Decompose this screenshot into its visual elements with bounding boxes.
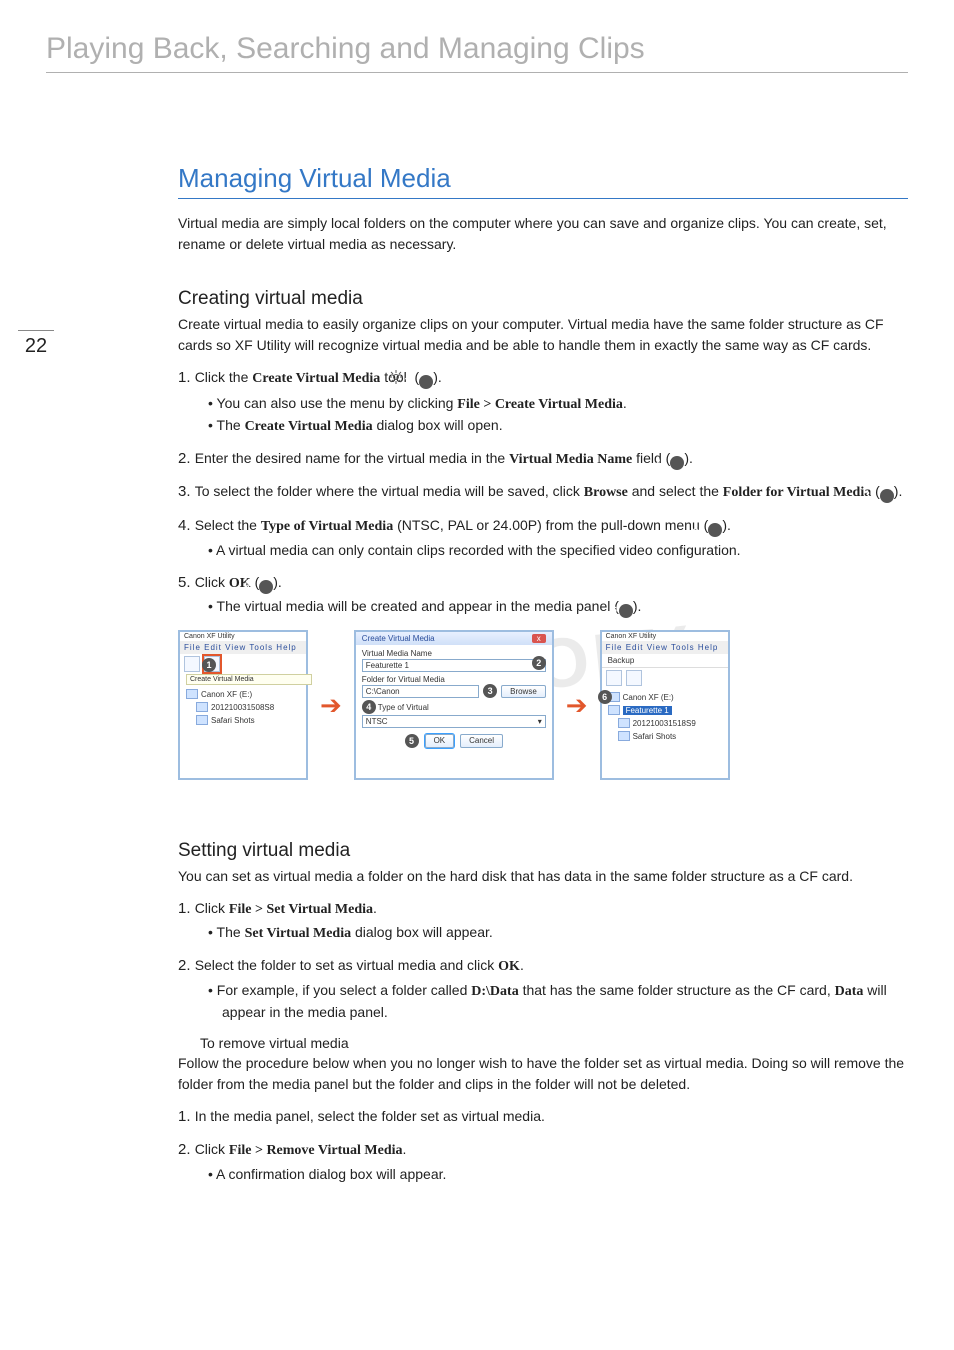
- step-list: In the media panel, select the folder se…: [178, 1105, 908, 1185]
- callout-2-icon: 2: [670, 456, 684, 470]
- screenshot-media-panel-before: Canon XF Utility File Edit View Tools He…: [178, 630, 308, 780]
- step: Enter the desired name for the virtual m…: [178, 447, 908, 471]
- ok-button: OK: [425, 734, 455, 748]
- screenshot-create-dialog: Create Virtual Mediax Virtual Media Name…: [354, 630, 554, 780]
- callout-1-icon: 1: [202, 658, 216, 672]
- paragraph: Create virtual media to easily organize …: [178, 314, 908, 355]
- browse-button: Browse: [501, 685, 546, 698]
- step: To select the folder where the virtual m…: [178, 480, 908, 504]
- heading-rule: [178, 198, 908, 199]
- paragraph: Follow the procedure below when you no l…: [178, 1053, 908, 1094]
- callout-3-icon: 3: [880, 489, 894, 503]
- step: Select the Type of Virtual Media (NTSC, …: [178, 514, 908, 561]
- callout-1-icon: 1: [419, 375, 433, 389]
- step: Click OK (5). The virtual media will be …: [178, 571, 908, 618]
- step: Click File > Set Virtual Media. The Set …: [178, 897, 908, 945]
- close-icon: x: [532, 634, 546, 643]
- cancel-button: Cancel: [460, 734, 503, 748]
- callout-4-icon: 4: [362, 700, 376, 714]
- callout-6-icon: 6: [619, 604, 633, 618]
- subsection-heading: Setting virtual media: [178, 840, 908, 862]
- subsection-heading: Creating virtual media: [178, 288, 908, 310]
- callout-5-icon: 5: [405, 734, 419, 748]
- step-list: Click File > Set Virtual Media. The Set …: [178, 897, 908, 1023]
- step: Click File > Remove Virtual Media. A con…: [178, 1138, 908, 1185]
- step: In the media panel, select the folder se…: [178, 1105, 908, 1128]
- callout-6-icon: 6: [598, 690, 612, 704]
- callout-2-icon: 2: [532, 656, 546, 670]
- step-list: Click the Create Virtual Media tool (1).…: [178, 366, 908, 618]
- intro-paragraph: Virtual media are simply local folders o…: [178, 213, 908, 254]
- callout-4-icon: 4: [708, 523, 722, 537]
- paragraph: You can set as virtual media a folder on…: [178, 866, 908, 887]
- screenshot-media-panel-after: Canon XF Utility File Edit View Tools He…: [600, 630, 730, 780]
- figure-row: Canon XF Utility File Edit View Tools He…: [178, 630, 908, 780]
- arrow-right-icon: ➔: [320, 690, 342, 721]
- chapter-title: Playing Back, Searching and Managing Cli…: [46, 32, 908, 66]
- callout-5-icon: 5: [259, 580, 273, 594]
- divider: [46, 72, 908, 73]
- callout-3-icon: 3: [483, 684, 497, 698]
- sub-heading: To remove virtual media: [200, 1035, 908, 1051]
- arrow-right-icon: ➔: [566, 690, 588, 721]
- step: Select the folder to set as virtual medi…: [178, 954, 908, 1023]
- page-number: 22: [18, 330, 54, 358]
- step: Click the Create Virtual Media tool (1).…: [178, 366, 908, 437]
- section-heading: Managing Virtual Media: [178, 163, 908, 194]
- chevron-down-icon: ▾: [538, 717, 542, 726]
